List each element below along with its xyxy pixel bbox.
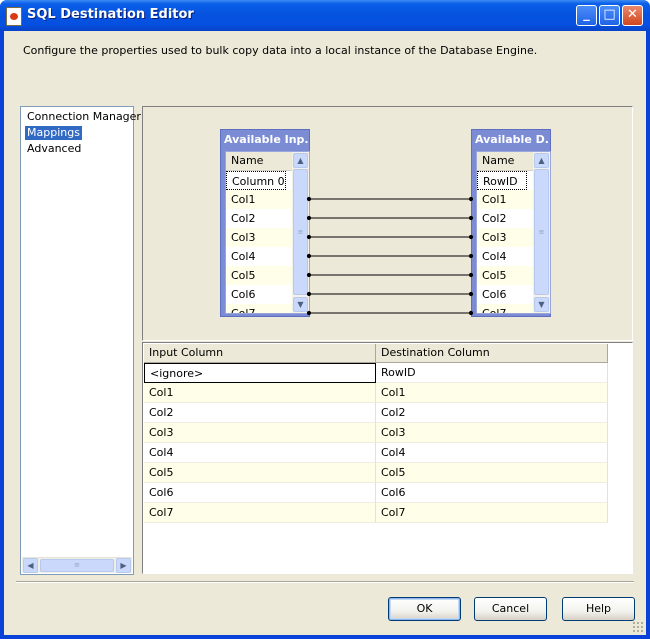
mapping-line-endpoint	[468, 234, 474, 240]
destination-column-cell[interactable]: Col6	[376, 483, 608, 503]
scroll-thumb[interactable]: ≡	[40, 559, 114, 572]
table-row[interactable]: Col3 Col3	[144, 423, 608, 443]
input-column-cell[interactable]: Col2	[144, 403, 376, 423]
resize-grip-icon[interactable]	[632, 621, 644, 633]
dialog-client-area: Configure the properties used to bulk co…	[4, 31, 646, 635]
ok-button[interactable]: OK	[388, 597, 461, 621]
mapping-line-endpoint	[468, 215, 474, 221]
table-row[interactable]: Col2 Col2	[144, 403, 608, 423]
title-bar[interactable]: SQL Destination Editor _ □ ✕	[0, 0, 650, 31]
mapping-line-endpoint	[306, 196, 312, 202]
grid-header: Input Column Destination Column	[144, 344, 608, 363]
window-title: SQL Destination Editor	[27, 7, 194, 22]
input-column-cell[interactable]: Col5	[144, 463, 376, 483]
nav-item-connection-manager[interactable]: Connection Manager	[25, 110, 143, 124]
grid-header-destination-column[interactable]: Destination Column	[376, 344, 608, 362]
mapping-line-endpoint	[306, 310, 312, 316]
table-row[interactable]: Col4 Col4	[144, 443, 608, 463]
minimize-button[interactable]: _	[576, 5, 597, 26]
nav-item-mappings[interactable]: Mappings	[25, 126, 82, 140]
destination-column-cell[interactable]: Col4	[376, 443, 608, 463]
grid-header-input-column[interactable]: Input Column	[144, 344, 376, 362]
close-button[interactable]: ✕	[622, 5, 643, 26]
destination-column-cell[interactable]: Col2	[376, 403, 608, 423]
scroll-left-icon[interactable]: ◀	[23, 558, 38, 573]
dialog-window: SQL Destination Editor _ □ ✕ Configure t…	[0, 0, 650, 639]
help-button[interactable]: Help	[562, 597, 635, 621]
destination-column-cell[interactable]: Col3	[376, 423, 608, 443]
mapping-grid: Input Column Destination Column <ignore>…	[142, 342, 633, 574]
mapping-line-endpoint	[468, 196, 474, 202]
table-row[interactable]: <ignore> RowID	[144, 363, 608, 383]
mapping-line-endpoint	[306, 215, 312, 221]
destination-column-cell[interactable]: RowID	[376, 363, 608, 383]
maximize-button[interactable]: □	[599, 5, 620, 26]
navigation-list: Connection Manager Mappings Advanced ◀ ≡…	[20, 106, 141, 575]
cancel-button[interactable]: Cancel	[474, 597, 547, 621]
mapping-lines	[306, 196, 474, 316]
mapping-line-endpoint	[468, 253, 474, 259]
mapping-line-endpoint	[468, 310, 474, 316]
dialog-description: Configure the properties used to bulk co…	[23, 44, 538, 57]
nav-horizontal-scrollbar[interactable]: ◀ ≡ ▶	[22, 557, 132, 573]
mapping-line-endpoint	[306, 253, 312, 259]
scroll-right-icon[interactable]: ▶	[116, 558, 131, 573]
input-column-cell[interactable]: Col7	[144, 503, 376, 523]
mapping-line-endpoint	[468, 272, 474, 278]
table-row[interactable]: Col5 Col5	[144, 463, 608, 483]
table-row[interactable]: Col1 Col1	[144, 383, 608, 403]
input-column-cell[interactable]: Col3	[144, 423, 376, 443]
mapping-line-endpoint	[468, 291, 474, 297]
app-icon	[6, 7, 22, 26]
input-column-cell[interactable]: Col6	[144, 483, 376, 503]
input-column-cell[interactable]: Col1	[144, 383, 376, 403]
destination-column-cell[interactable]: Col1	[376, 383, 608, 403]
mapping-line-endpoint	[306, 291, 312, 297]
table-row[interactable]: Col6 Col6	[144, 483, 608, 503]
mapping-line-endpoint	[306, 234, 312, 240]
table-row[interactable]: Col7 Col7	[144, 503, 608, 523]
input-column-cell[interactable]: Col4	[144, 443, 376, 463]
mapping-designer: Available Inp... Name Column 0 Col1 Col2…	[142, 106, 633, 341]
nav-item-advanced[interactable]: Advanced	[25, 142, 83, 156]
destination-column-cell[interactable]: Col5	[376, 463, 608, 483]
input-column-cell[interactable]: <ignore>	[144, 363, 376, 383]
mapping-line-endpoint	[306, 272, 312, 278]
destination-column-cell[interactable]: Col7	[376, 503, 608, 523]
footer-divider	[16, 581, 634, 583]
